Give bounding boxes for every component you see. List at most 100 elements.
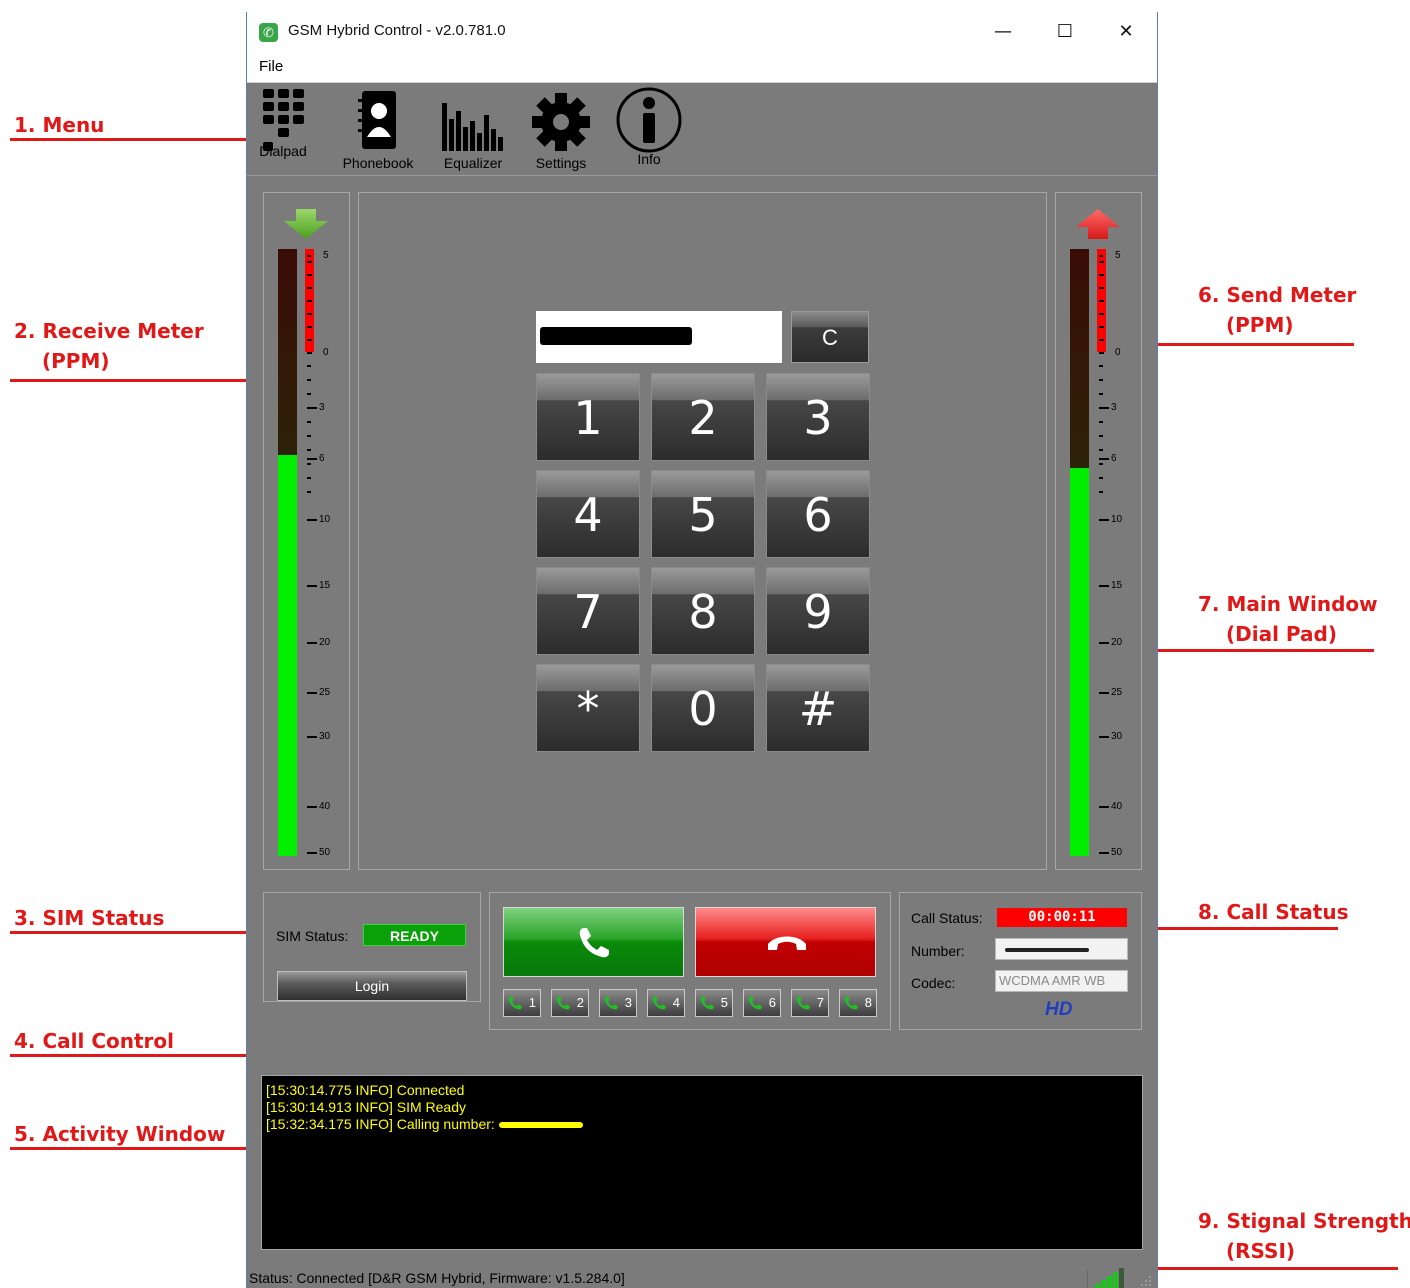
annotation-call-control: 4. Call Control: [14, 1029, 174, 1053]
key-6[interactable]: 6: [766, 470, 870, 558]
toolbar-info[interactable]: Info: [615, 85, 683, 167]
meter-major-tick: [1099, 585, 1109, 587]
number-display-masked: 0616671163: [540, 327, 692, 345]
meter-scale-label: 20: [319, 637, 331, 648]
signal-bar: [1113, 1272, 1118, 1288]
line-4-button[interactable]: 4: [647, 989, 685, 1017]
meter-minor-tick: [1099, 463, 1103, 465]
meter-minor-tick: [307, 435, 311, 437]
send-meter-panel: 5 0 3 6 10 15 20 25 30 40 50: [1055, 192, 1142, 870]
sim-status-panel: SIM Status: READY Login: [263, 892, 481, 1002]
line-5-button[interactable]: 5: [695, 989, 733, 1017]
info-icon: [616, 87, 682, 153]
login-button[interactable]: Login: [277, 971, 467, 1001]
key-star[interactable]: *: [536, 664, 640, 752]
meter-minor-tick: [1099, 393, 1103, 395]
meter-major-tick: [307, 692, 317, 694]
meter-scale-label: 50: [319, 847, 331, 858]
key-8[interactable]: 8: [651, 567, 755, 655]
line-3-button[interactable]: 3: [599, 989, 637, 1017]
resize-grip-icon[interactable]: [1139, 1274, 1153, 1288]
meter-scale-label: 20: [1111, 637, 1123, 648]
meter-scale-label: 3: [319, 402, 325, 413]
meter-major-tick: [307, 642, 317, 644]
number-field: 0616671163: [995, 938, 1128, 960]
signal-bar: [1101, 1280, 1106, 1288]
meter-scale-label: 40: [319, 801, 331, 812]
phone-icon: [844, 996, 858, 1010]
status-bar: Status: Connected [D&R GSM Hybrid, Firmw…: [247, 1268, 1157, 1288]
meter-minor-tick: [1099, 365, 1103, 367]
log-line: [15:32:34.175 INFO] Calling number: 0616…: [266, 1116, 1142, 1133]
minimize-button[interactable]: —: [980, 16, 1026, 48]
meter-minor-tick: [1099, 287, 1104, 289]
meter-minor-tick: [307, 463, 311, 465]
close-button[interactable]: ✕: [1103, 16, 1149, 48]
annotation-activity-window: 5. Activity Window: [14, 1122, 226, 1146]
phone-icon: [604, 996, 618, 1010]
window-title: GSM Hybrid Control - v2.0.781.0: [288, 22, 506, 39]
toolbar-label: Dialpad: [259, 143, 307, 159]
clear-button[interactable]: C: [791, 311, 869, 363]
line-number: 1: [528, 995, 536, 1010]
call-timer: 00:00:11: [997, 908, 1127, 927]
line-6-button[interactable]: 6: [743, 989, 781, 1017]
meter-minor-tick: [1099, 274, 1104, 276]
toolbar-dialpad[interactable]: Dialpad: [255, 85, 311, 159]
line-number: 5: [720, 995, 728, 1010]
meter-major-tick: [307, 585, 317, 587]
meter-minor-tick: [307, 261, 312, 263]
toolbar-equalizer[interactable]: Equalizer: [439, 85, 507, 171]
line-1-button[interactable]: 1: [503, 989, 541, 1017]
meter-scale-label: 6: [1111, 453, 1117, 464]
key-2[interactable]: 2: [651, 373, 755, 461]
meter-major-tick: [1099, 458, 1109, 460]
meter-minor-tick: [307, 449, 311, 451]
meter-major-tick: [1099, 736, 1109, 738]
maximize-button[interactable]: ☐: [1042, 16, 1088, 48]
number-display[interactable]: 0616671163: [536, 311, 782, 363]
key-9[interactable]: 9: [766, 567, 870, 655]
send-meter-level: [1070, 467, 1089, 856]
meter-scale-label: 10: [319, 514, 331, 525]
meter-major-tick: [1099, 407, 1109, 409]
toolbar-label: Info: [637, 151, 661, 167]
accept-call-button[interactable]: [503, 907, 684, 977]
meter-minor-tick: [1099, 326, 1104, 328]
meter-major-tick: [307, 736, 317, 738]
number-field-masked: 0616671163: [1005, 948, 1089, 952]
meter-minor-tick: [307, 393, 311, 395]
annotation-sim-status: 3. SIM Status: [14, 906, 165, 930]
toolbar-phonebook[interactable]: Phonebook: [339, 85, 417, 171]
phone-icon: [556, 996, 570, 1010]
key-5[interactable]: 5: [651, 470, 755, 558]
key-7[interactable]: 7: [536, 567, 640, 655]
meter-scale-label: 3: [1111, 402, 1117, 413]
key-hash[interactable]: #: [766, 664, 870, 752]
meter-scale-label: 30: [1111, 731, 1123, 742]
key-3[interactable]: 3: [766, 373, 870, 461]
receive-meter-level: [278, 455, 297, 856]
meter-major-tick: [1099, 642, 1109, 644]
toolbar-settings[interactable]: Settings: [531, 85, 591, 171]
key-1[interactable]: 1: [536, 373, 640, 461]
activity-window[interactable]: [15:30:14.775 INFO] Connected [15:30:14.…: [261, 1075, 1143, 1250]
key-0[interactable]: 0: [651, 664, 755, 752]
meter-major-tick: [307, 352, 311, 354]
line-2-button[interactable]: 2: [551, 989, 589, 1017]
line-7-button[interactable]: 7: [791, 989, 829, 1017]
meter-minor-tick: [307, 274, 312, 276]
annotation-menu: 1. Menu: [14, 113, 105, 137]
hangup-icon: [768, 936, 806, 950]
annotation-send-meter: 6. Send Meter (PPM): [1198, 283, 1357, 337]
end-call-button[interactable]: [695, 907, 876, 977]
phonebook-icon: [358, 91, 396, 149]
meter-minor-tick: [1099, 261, 1104, 263]
key-4[interactable]: 4: [536, 470, 640, 558]
phone-icon: [796, 996, 810, 1010]
annotation-line: [1138, 1267, 1398, 1270]
line-8-button[interactable]: 8: [839, 989, 877, 1017]
meter-major-tick: [307, 407, 317, 409]
receive-meter-panel: 5 0 3 6 10 15 20 25 30 40 50: [263, 192, 350, 870]
menu-file[interactable]: File: [259, 58, 283, 75]
